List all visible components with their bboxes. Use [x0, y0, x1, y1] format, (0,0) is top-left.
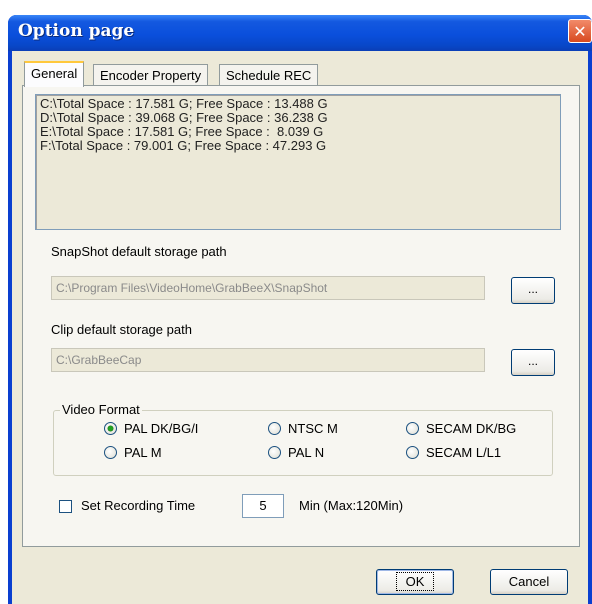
clip-path-label: Clip default storage path: [51, 322, 192, 337]
radio-pal-n[interactable]: PAL N: [268, 445, 324, 460]
radio-pal-dk-bg-i[interactable]: PAL DK/BG/I: [104, 421, 198, 436]
tab-schedule-rec[interactable]: Schedule REC: [219, 64, 319, 86]
drive-space-line: C:\Total Space : 17.581 G; Free Space : …: [40, 96, 328, 111]
clip-path-field[interactable]: C:\GrabBeeCap: [51, 348, 485, 372]
radio-unchecked-icon: [406, 446, 419, 459]
title-bar[interactable]: Option page ✕: [8, 15, 592, 51]
recording-unit-label: Min (Max:120Min): [299, 498, 404, 513]
radio-ntsc-m[interactable]: NTSC M: [268, 421, 338, 436]
video-format-group: Video Format PAL DK/BG/I NTSC M SECAM DK…: [53, 402, 553, 476]
radio-checked-icon: [104, 422, 117, 435]
radio-label: PAL N: [288, 445, 325, 460]
snapshot-path-field[interactable]: C:\Program Files\VideoHome\GrabBeeX\Snap…: [51, 276, 485, 300]
video-format-legend: Video Format: [60, 402, 142, 417]
ok-button-label: OK: [395, 572, 435, 591]
clip-browse-button[interactable]: ...: [511, 349, 555, 376]
radio-unchecked-icon: [104, 446, 117, 459]
recording-time-checkbox[interactable]: [59, 500, 72, 513]
drive-space-line: D:\Total Space : 39.068 G; Free Space : …: [40, 110, 328, 125]
close-icon[interactable]: ✕: [568, 19, 592, 43]
recording-time-label: Set Recording Time: [81, 498, 196, 513]
tab-encoder-property[interactable]: Encoder Property: [93, 64, 209, 86]
recording-minutes-input[interactable]: 5: [242, 494, 284, 518]
drive-space-list[interactable]: C:\Total Space : 17.581 G; Free Space : …: [35, 94, 561, 230]
window-title: Option page: [18, 21, 135, 41]
radio-unchecked-icon: [406, 422, 419, 435]
option-page-window: Option page ✕ General Encoder Property S…: [8, 15, 592, 604]
radio-label: PAL M: [124, 445, 162, 460]
snapshot-browse-button[interactable]: ...: [511, 277, 555, 304]
snapshot-path-label: SnapShot default storage path: [51, 244, 227, 259]
radio-label: NTSC M: [288, 421, 338, 436]
radio-secam-dk-bg[interactable]: SECAM DK/BG: [406, 421, 516, 436]
cancel-button[interactable]: Cancel: [490, 569, 568, 595]
radio-unchecked-icon: [268, 422, 281, 435]
radio-unchecked-icon: [268, 446, 281, 459]
drive-space-line: F:\Total Space : 79.001 G; Free Space : …: [40, 138, 327, 153]
radio-pal-m[interactable]: PAL M: [104, 445, 162, 460]
ok-button[interactable]: OK: [376, 569, 454, 595]
general-tab-panel: C:\Total Space : 17.581 G; Free Space : …: [22, 85, 580, 547]
tab-general[interactable]: General: [24, 61, 85, 87]
dialog-client-area: General Encoder Property Schedule REC C:…: [12, 51, 588, 604]
radio-label: SECAM L/L1: [426, 445, 502, 460]
drive-space-line: E:\Total Space : 17.581 G; Free Space : …: [40, 124, 324, 139]
radio-label: PAL DK/BG/I: [124, 421, 199, 436]
radio-secam-l-l1[interactable]: SECAM L/L1: [406, 445, 501, 460]
radio-label: SECAM DK/BG: [426, 421, 517, 436]
